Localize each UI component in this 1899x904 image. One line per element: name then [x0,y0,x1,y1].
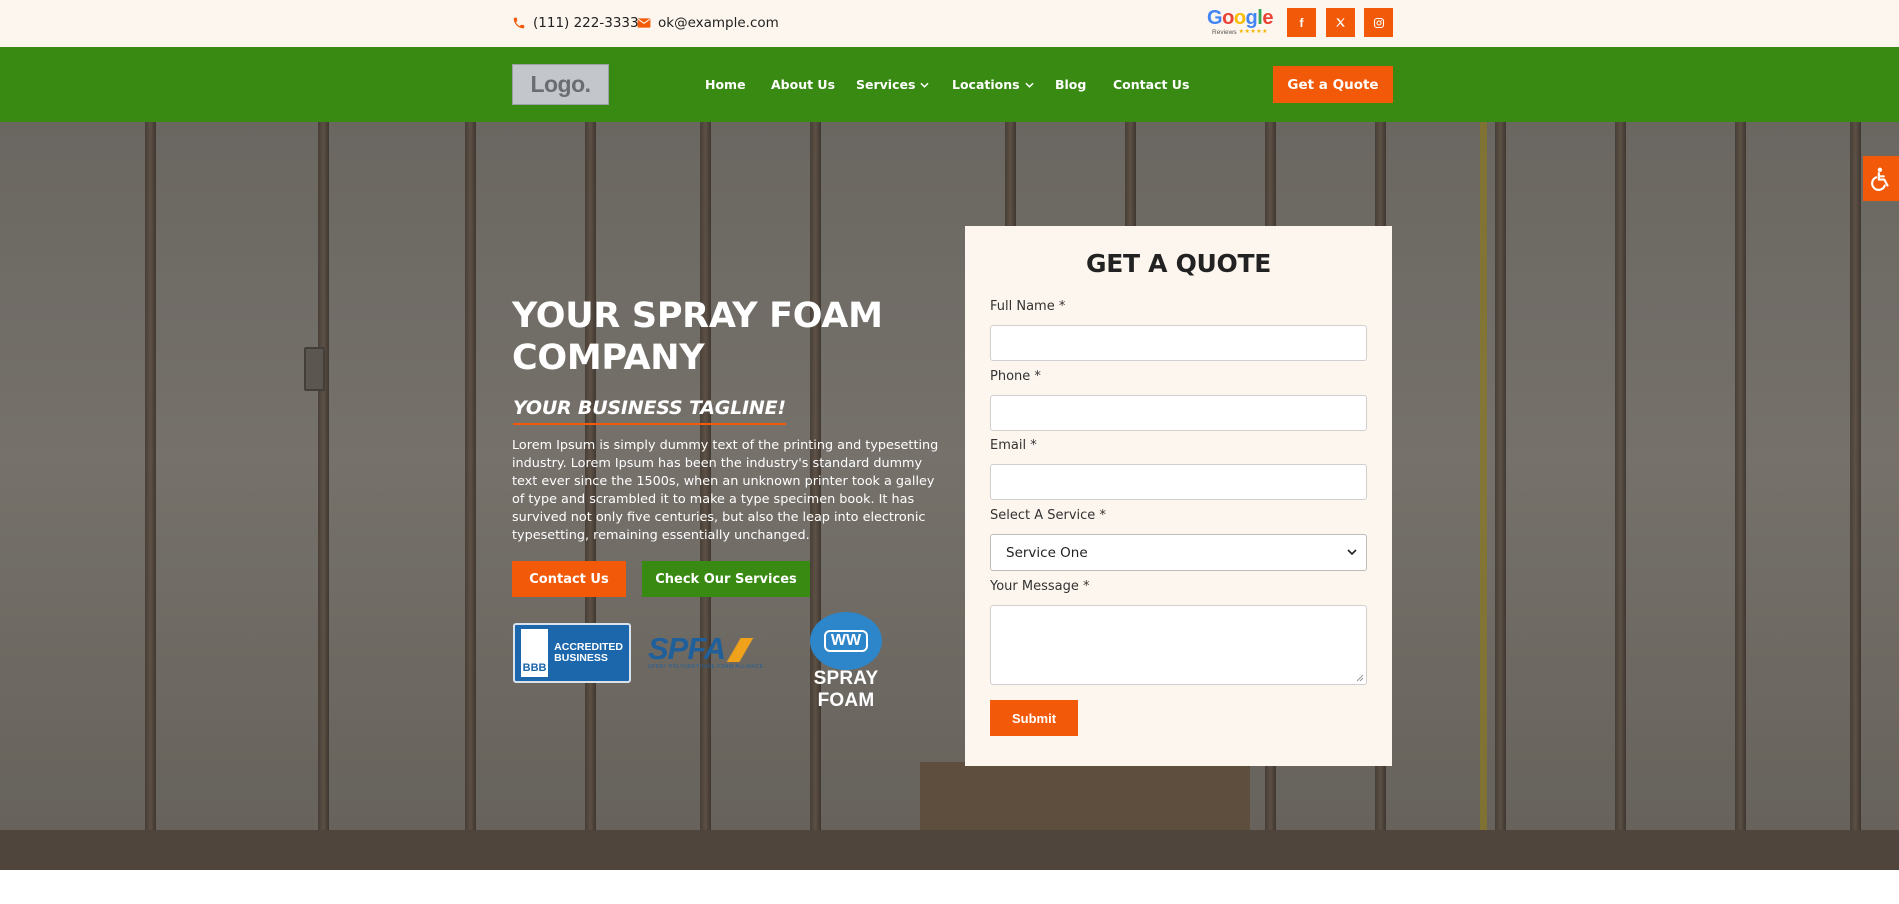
wheelchair-icon [1871,167,1889,191]
nav-label: Home [705,77,746,92]
spfa-tagline: SPRAY POLYURETHANE FOAM ALLIANCE [648,664,764,670]
rating-stars: ★★★★★ [1238,29,1268,35]
phone-icon [513,17,525,29]
spfa-logo: SPFA SPRAY POLYURETHANE FOAM ALLIANCE [648,633,769,674]
email-label: Email * [990,438,1037,453]
nav-label: Services [856,77,916,92]
email-link[interactable]: ok@example.com [637,13,779,33]
chevron-down-icon [1024,82,1034,88]
chevron-down-icon [920,82,930,88]
message-label: Your Message * [990,579,1090,594]
phone-link[interactable]: (111) 222-3333 [512,13,639,33]
nav-label: Locations [952,77,1020,92]
top-bar: (111) 222-3333 ok@example.com Google Rev… [0,0,1899,47]
facebook-button[interactable]: f [1287,8,1316,37]
google-logo: Google [1207,7,1273,29]
nav-label: Contact Us [1113,77,1190,92]
bbb-accredited-badge: BBB ACCREDITED BUSINESS [513,623,631,683]
sfww-name: SPRAY FOAM [813,668,879,711]
check-our-services-button[interactable]: Check Our Services [642,561,810,597]
nav-item-locations[interactable]: Locations [952,47,1034,122]
hero-section [0,122,1899,870]
nav-item-contact-us[interactable]: Contact Us [1113,47,1189,122]
phone-field[interactable] [990,395,1367,431]
instagram-icon [1373,17,1384,28]
instagram-button[interactable] [1364,8,1393,37]
facebook-icon: f [1299,15,1304,30]
globe-icon: WW [810,612,882,670]
phone-label: Phone * [990,369,1041,384]
email-field[interactable] [990,464,1367,500]
phone-number: (111) 222-3333 [533,15,639,31]
service-select[interactable]: Service One [990,534,1367,571]
get-a-quote-button[interactable]: Get a Quote [1273,66,1393,103]
hero-tagline: YOUR BUSINESS TAGLINE! [513,397,786,425]
resize-grip-icon[interactable] [1356,674,1364,682]
nav-item-home[interactable]: Home [705,47,746,122]
google-reviews-caption: Reviews [1212,29,1237,36]
full-name-label: Full Name * [990,299,1066,314]
nav-item-blog[interactable]: Blog [1055,47,1086,122]
full-name-field[interactable] [990,325,1367,361]
x-twitter-button[interactable] [1326,8,1355,37]
service-selected-value: Service One [1006,544,1088,561]
contact-us-button[interactable]: Contact Us [512,561,626,597]
google-reviews-badge[interactable]: Google Reviews ★★★★★ [1207,8,1273,38]
spray-foam-ww-logo: WW SPRAY FOAM [783,612,909,711]
bbb-line-2: BUSINESS [554,652,608,664]
hero-description: Lorem Ipsum is simply dummy text of the … [512,438,939,543]
bbb-torch-mark: BBB [521,629,549,677]
nav-label: Blog [1055,77,1087,92]
quote-form: GET A QUOTE Full Name * Phone * Email * … [965,226,1392,766]
accessibility-toggle[interactable] [1863,156,1899,201]
site-logo[interactable]: Logo. [512,64,609,105]
submit-button[interactable]: Submit [990,700,1078,736]
form-title: GET A QUOTE [1085,249,1272,278]
nav-label: About Us [771,77,836,92]
nav-item-services[interactable]: Services [856,47,930,122]
message-textarea[interactable] [990,605,1367,685]
main-navbar: Logo. Home About Us Services Locations B… [0,47,1899,122]
chevron-down-icon [1347,549,1357,556]
envelope-icon [637,18,651,28]
service-label: Select A Service * [990,508,1106,523]
email-address: ok@example.com [658,15,779,31]
sfww-mark: WW [823,630,869,652]
hero-title: YOUR SPRAY FOAM COMPANY [512,296,883,378]
nav-item-about-us[interactable]: About Us [771,47,835,122]
x-twitter-icon [1336,18,1345,27]
